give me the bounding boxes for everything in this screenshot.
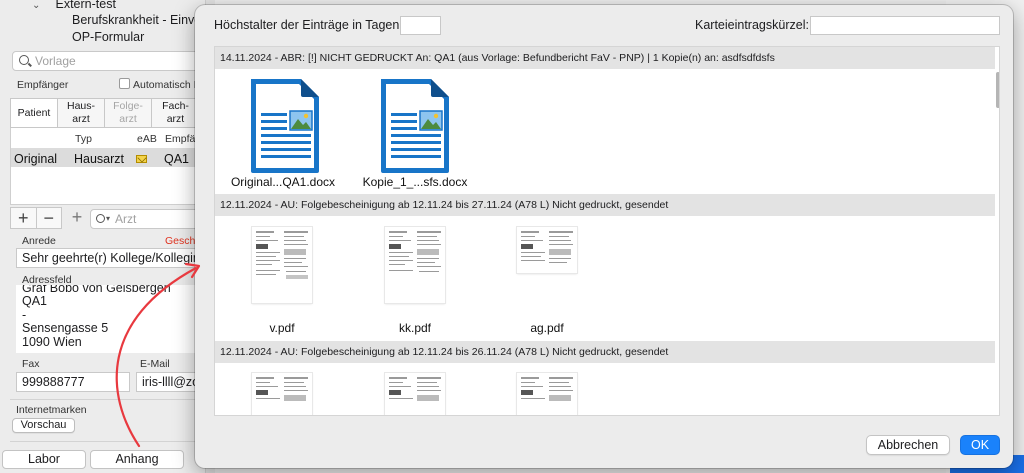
file-name: kk.pdf [398,321,431,335]
fax-field[interactable]: 999888777 [16,372,130,392]
tree-item-label: OP-Formular [72,30,145,44]
address-line: Graf Bobo von Geisbergen [22,285,171,295]
stamps-label: Internetmarken [16,404,87,416]
max-age-label: Höchstalter der Einträge in Tagen: [214,18,403,32]
address-line: - [22,307,27,322]
tree-item-berufskrankheit[interactable]: Berufskrankheit - Einve [72,12,205,28]
writer-document-icon [251,79,319,173]
search-icon [19,55,29,65]
row-typ-cell: Hausarzt [74,152,125,166]
preview-button[interactable]: Vorschau [12,418,75,433]
tab-folgearzt: Folge- arzt [105,99,152,127]
search-icon [96,214,105,223]
group-header[interactable]: 12.11.2024 - AU: Folgebescheinigung ab 1… [215,341,995,363]
shortcut-label: Karteieintragskürzel: [695,18,809,32]
search-placeholder: Vorlage [35,54,76,68]
tree-item-label: Berufskrankheit - Einve [72,13,202,27]
tab-label: Haus- arzt [66,100,95,125]
pdf-form-preview [521,231,573,263]
scrollbar-thumb[interactable] [996,72,999,108]
address-line: Sensengasse 5 [22,321,109,336]
remove-recipient-button[interactable]: − [37,208,62,228]
email-field[interactable]: iris-llll@zo [136,372,202,392]
add-recipient-button[interactable]: + [11,208,37,228]
ok-button[interactable]: OK [960,435,1000,455]
recipient-tabs: Patient Haus- arzt Folge- arzt Fach- arz… [10,98,200,128]
divider [10,399,202,400]
doctor-search-input[interactable]: ▾ Arzt [90,209,202,229]
pdf-thumbnail-icon[interactable] [517,373,577,415]
pdf-thumbnail-icon[interactable] [517,227,577,273]
tab-facharzt[interactable]: Fach- arzt [152,99,199,127]
group-header[interactable]: 14.11.2024 - ABR: [!] NICHT GEDRUCKT An:… [215,47,995,69]
column-header-eab[interactable]: eAB [137,133,157,145]
tab-label: Folge- arzt [113,100,143,125]
writer-document-icon [381,79,449,173]
address-line: QA1 [22,294,48,309]
tree-item-extern-test[interactable]: ⌄ Extern-test [32,0,116,12]
file-item[interactable] [245,77,325,177]
shortcut-input[interactable] [810,16,1000,35]
chevron-down-icon[interactable]: ⌄ [32,0,42,14]
pdf-thumbnail-icon[interactable] [385,373,445,415]
attachment-button[interactable]: Anhang [90,450,184,469]
column-header-typ[interactable]: Typ [75,133,92,145]
file-name: v.pdf [269,321,295,335]
file-item[interactable] [375,77,455,177]
pdf-thumbnail-icon[interactable] [252,373,312,415]
recipients-label: Empfänger [17,79,69,91]
pdf-form-preview [389,231,441,272]
pdf-form-preview [389,377,441,401]
pdf-form-preview [521,377,573,401]
cancel-button[interactable]: Abbrechen [866,435,950,455]
attachment-list[interactable]: 14.11.2024 - ABR: [!] NICHT GEDRUCKT An:… [214,46,1000,416]
tab-hausarzt[interactable]: Haus- arzt [58,99,105,127]
salutation-label: Anrede [22,235,56,247]
gender-label: Gesch [165,235,196,247]
pdf-thumbnail-icon[interactable] [252,227,312,303]
divider [10,441,202,442]
lab-button[interactable]: Labor [2,450,86,469]
tab-label: Fach- arzt [162,100,189,125]
row-original-cell: Original [14,152,58,166]
list-scrollbar[interactable] [995,47,999,415]
tab-patient[interactable]: Patient [11,99,58,127]
column-header-empf[interactable]: Empfä [165,133,195,145]
tree-item-op-formular[interactable]: OP-Formular [72,29,144,45]
auto-checkbox[interactable] [119,78,130,89]
recipients-table: Typ eAB Empfä Original Hausarzt QA1 [10,128,200,205]
file-name: Original...QA1.docx [230,175,336,189]
pdf-form-preview [256,231,308,279]
tab-label: Patient [17,106,51,119]
left-panel: ⌄ Extern-test Berufskrankheit - Einve OP… [0,0,205,473]
address-line: 1090 Wien [22,334,82,349]
template-search-input[interactable]: Vorlage [12,51,202,71]
attachment-dialog: Höchstalter der Einträge in Tagen: Karte… [195,5,1013,468]
tree-root-label: Extern-test [55,0,116,11]
salutation-field[interactable]: Sehr geehrte(r) Kollege/Kollegin C [16,248,202,268]
address-field[interactable]: Graf Bobo von Geisbergen QA1 - Sensengas… [16,285,202,353]
doctor-search-placeholder: Arzt [115,212,137,226]
add-doctor-button[interactable]: + [66,207,88,229]
file-name: ag.pdf [530,321,564,335]
row-empf-cell: QA1 [164,152,190,166]
envelope-icon [136,155,147,163]
max-age-input[interactable] [400,16,441,35]
file-name: Kopie_1_...sfs.docx [362,175,468,189]
pdf-form-preview [256,377,308,401]
email-label: E-Mail [140,358,170,370]
group-header[interactable]: 12.11.2024 - AU: Folgebescheinigung ab 1… [215,194,995,216]
fax-label: Fax [22,358,40,370]
pdf-thumbnail-icon[interactable] [385,227,445,303]
chevron-down-icon: ▾ [106,214,111,223]
auto-label: Automatisch E [133,79,201,91]
add-remove-control: + − [10,207,62,229]
